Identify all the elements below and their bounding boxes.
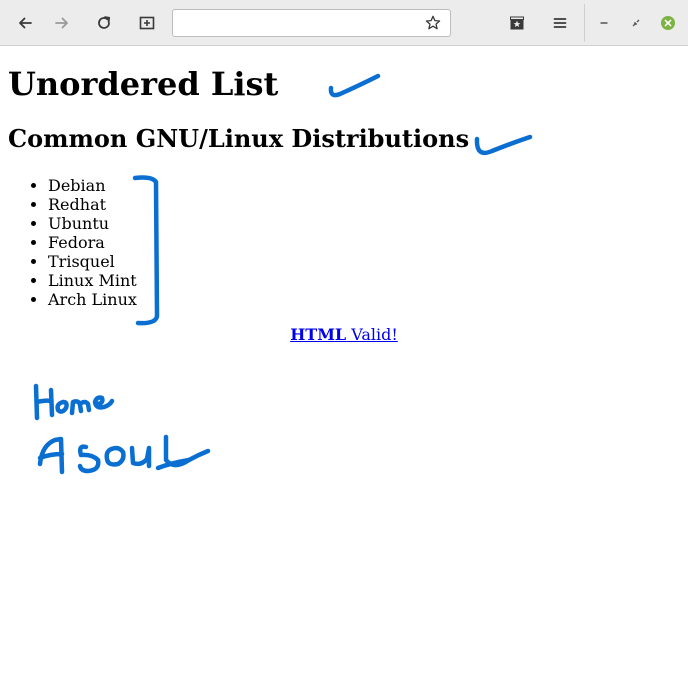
library-button[interactable] — [503, 9, 531, 37]
reload-icon — [98, 16, 111, 29]
list-item: Fedora — [48, 233, 137, 252]
arrow-left-icon — [19, 17, 32, 29]
bookmarks-library-icon — [510, 16, 524, 30]
new-tab-icon — [139, 16, 155, 30]
html-valid-link[interactable]: HTML Valid! — [290, 325, 398, 344]
minimize-button[interactable] — [590, 9, 618, 37]
list-item: Trisquel — [48, 252, 137, 271]
restore-button[interactable] — [622, 9, 650, 37]
url-bar[interactable] — [172, 9, 451, 37]
close-button[interactable] — [654, 9, 682, 37]
minimize-icon — [600, 22, 608, 24]
section-title: Common GNU/Linux Distributions — [8, 124, 470, 153]
list-item: Debian — [48, 176, 137, 195]
hamburger-menu-icon — [553, 18, 567, 28]
list-item: Redhat — [48, 195, 137, 214]
new-tab-button[interactable] — [133, 9, 161, 37]
html-valid-text: Valid! — [346, 325, 398, 344]
list-item: Ubuntu — [48, 214, 137, 233]
restore-icon — [632, 19, 640, 27]
arrow-right-icon — [55, 17, 68, 29]
toolbar-separator — [584, 4, 585, 42]
back-button[interactable] — [11, 9, 39, 37]
close-icon — [661, 16, 675, 30]
menu-button[interactable] — [546, 9, 574, 37]
validator-footer: HTML Valid! — [0, 325, 688, 344]
star-icon[interactable] — [425, 15, 441, 31]
reload-button[interactable] — [90, 9, 118, 37]
html-valid-strong: HTML — [290, 325, 347, 344]
browser-toolbar — [0, 0, 688, 46]
list-item: Arch Linux — [48, 290, 137, 309]
forward-button[interactable] — [48, 9, 76, 37]
list-item: Linux Mint — [48, 271, 137, 290]
distribution-list: Debian Redhat Ubuntu Fedora Trisquel Lin… — [8, 176, 137, 309]
page-title: Unordered List — [8, 65, 279, 103]
page-content: Unordered List Common GNU/Linux Distribu… — [0, 47, 688, 684]
